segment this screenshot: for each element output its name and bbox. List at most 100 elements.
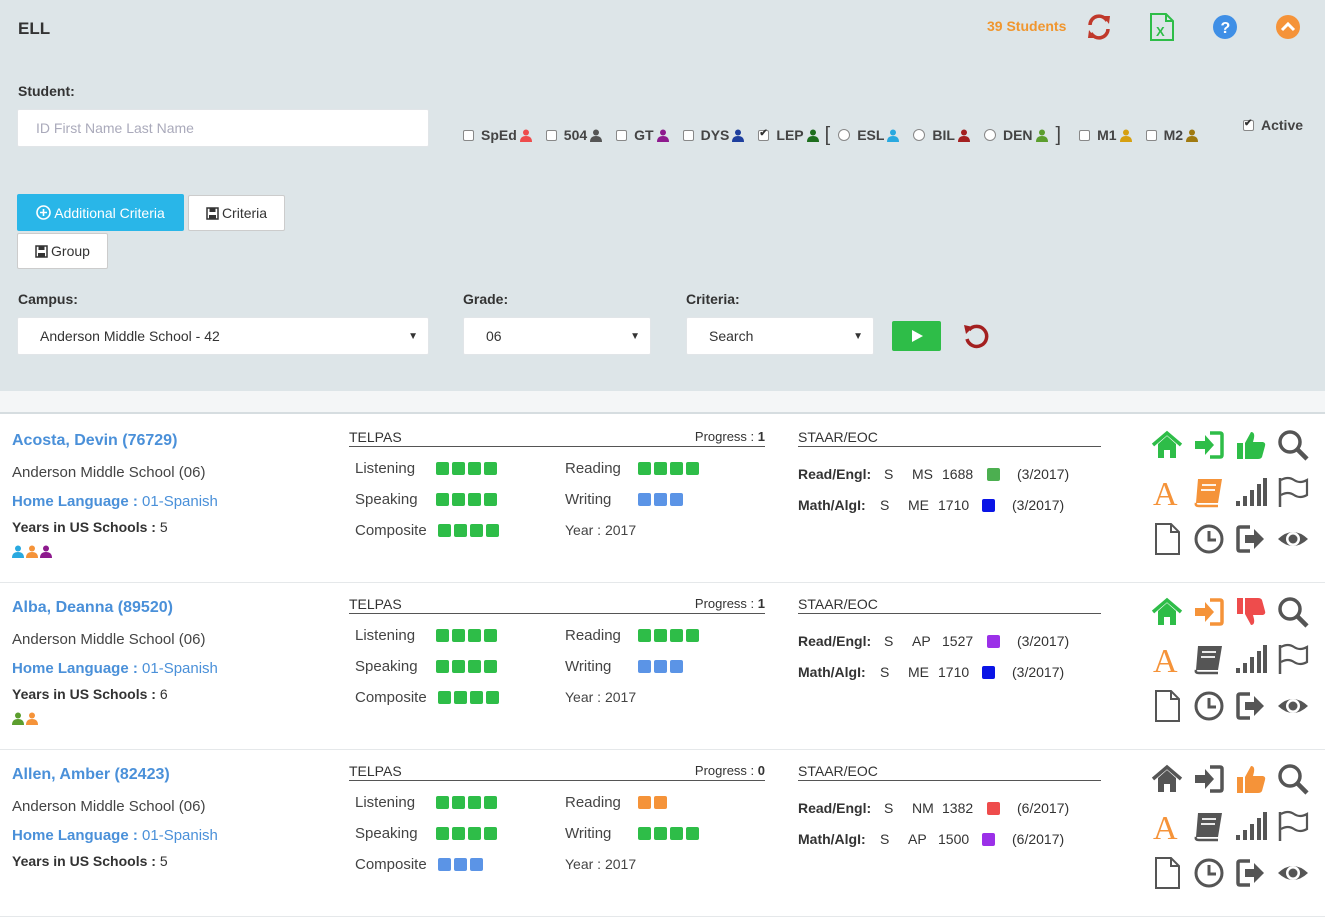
play-icon xyxy=(911,330,923,342)
person-icon xyxy=(732,129,745,142)
clock-icon[interactable] xyxy=(1192,856,1226,890)
writing-label: Writing xyxy=(565,825,612,842)
staar-read-color xyxy=(987,634,1000,648)
book-icon[interactable] xyxy=(1192,642,1226,676)
person-icon xyxy=(957,129,970,142)
flag-m2[interactable]: M2 xyxy=(1145,127,1199,143)
staar-read-row: Read/Engl: S NM 1382 (6/2017) xyxy=(798,800,1070,816)
flag-icon[interactable] xyxy=(1276,642,1310,676)
home-icon[interactable] xyxy=(1150,428,1184,462)
save-group-button[interactable]: Group xyxy=(17,233,108,269)
score-square xyxy=(468,629,481,642)
enter-icon[interactable] xyxy=(1192,595,1226,629)
excel-export-icon[interactable]: X xyxy=(1148,12,1176,42)
eye-icon[interactable] xyxy=(1276,689,1310,723)
home-icon[interactable] xyxy=(1150,762,1184,796)
student-search-input[interactable]: ID First Name Last Name xyxy=(17,109,429,147)
score-square xyxy=(670,462,683,475)
person-icon xyxy=(12,712,24,725)
score-square xyxy=(436,660,449,673)
score-square xyxy=(686,827,699,840)
thumbs-up-icon[interactable] xyxy=(1234,762,1268,796)
score-square xyxy=(670,827,683,840)
flag-sped[interactable]: SpEd xyxy=(463,127,532,143)
criteria-select[interactable]: Search ▼ xyxy=(686,317,874,355)
signal-bars-icon[interactable] xyxy=(1234,642,1268,676)
score-square xyxy=(484,660,497,673)
search-icon[interactable] xyxy=(1276,428,1310,462)
collapse-icon[interactable] xyxy=(1275,14,1301,40)
save-criteria-button[interactable]: Criteria xyxy=(188,195,285,231)
sign-out-icon[interactable] xyxy=(1234,522,1268,556)
signal-bars-icon[interactable] xyxy=(1234,475,1268,509)
score-square xyxy=(686,629,699,642)
flag-icon[interactable] xyxy=(1276,475,1310,509)
letter-a-icon[interactable]: A xyxy=(1150,809,1184,843)
student-campus: Anderson Middle School (06) xyxy=(12,798,206,815)
refresh-icon[interactable] xyxy=(1085,12,1113,42)
home-icon[interactable] xyxy=(1150,595,1184,629)
student-name-link[interactable]: Alba, Deanna (89520) xyxy=(12,599,173,617)
flag-bil[interactable]: BIL xyxy=(913,127,970,143)
document-icon[interactable] xyxy=(1150,689,1184,723)
save-icon xyxy=(206,206,219,220)
document-icon[interactable] xyxy=(1150,522,1184,556)
enter-icon[interactable] xyxy=(1192,762,1226,796)
listening-label: Listening xyxy=(355,460,416,477)
campus-select[interactable]: Anderson Middle School - 42 ▼ xyxy=(17,317,429,355)
sign-out-icon[interactable] xyxy=(1234,689,1268,723)
score-square xyxy=(470,858,483,871)
score-square xyxy=(484,796,497,809)
score-square xyxy=(654,462,667,475)
staar-read-row: Read/Engl: S AP 1527 (3/2017) xyxy=(798,633,1070,649)
telpas-year: Year : 2017 xyxy=(565,522,637,538)
sign-out-icon[interactable] xyxy=(1234,856,1268,890)
flag-esl[interactable]: ESL xyxy=(838,127,900,143)
letter-a-icon[interactable]: A xyxy=(1150,475,1184,509)
flag-lep[interactable]: LEP xyxy=(758,127,819,143)
score-square xyxy=(470,691,483,704)
student-name-link[interactable]: Allen, Amber (82423) xyxy=(12,766,170,784)
program-icons xyxy=(12,545,54,558)
writing-score xyxy=(638,660,686,673)
score-square xyxy=(686,462,699,475)
student-campus: Anderson Middle School (06) xyxy=(12,631,206,648)
flag-504[interactable]: 504 xyxy=(545,127,603,143)
grade-select[interactable]: 06 ▼ xyxy=(463,317,651,355)
score-square xyxy=(484,827,497,840)
book-icon[interactable] xyxy=(1192,475,1226,509)
clock-icon[interactable] xyxy=(1192,689,1226,723)
search-icon[interactable] xyxy=(1276,595,1310,629)
staar-math-row: Math/AlgI: S AP 1500 (6/2017) xyxy=(798,831,1065,847)
thumbs-up-icon[interactable] xyxy=(1234,428,1268,462)
letter-a-icon[interactable]: A xyxy=(1150,642,1184,676)
reading-label: Reading xyxy=(565,460,621,477)
eye-icon[interactable] xyxy=(1276,856,1310,890)
flag-gt[interactable]: GT xyxy=(616,127,669,143)
reset-icon[interactable] xyxy=(962,322,990,350)
enter-icon[interactable] xyxy=(1192,428,1226,462)
score-square xyxy=(638,462,651,475)
eye-icon[interactable] xyxy=(1276,522,1310,556)
telpas-year: Year : 2017 xyxy=(565,689,637,705)
active-checkbox[interactable]: Active xyxy=(1243,117,1303,133)
flag-icon[interactable] xyxy=(1276,809,1310,843)
flag-dys[interactable]: DYS xyxy=(682,127,745,143)
thumbs-down-icon[interactable] xyxy=(1234,595,1268,629)
clock-icon[interactable] xyxy=(1192,522,1226,556)
student-name-link[interactable]: Acosta, Devin (76729) xyxy=(12,432,177,450)
score-square xyxy=(468,796,481,809)
run-button[interactable] xyxy=(892,321,941,351)
help-icon[interactable]: ? xyxy=(1212,14,1238,40)
search-icon[interactable] xyxy=(1276,762,1310,796)
document-icon[interactable] xyxy=(1150,856,1184,890)
flag-den[interactable]: DEN xyxy=(983,127,1048,143)
signal-bars-icon[interactable] xyxy=(1234,809,1268,843)
score-square xyxy=(638,493,651,506)
reading-score xyxy=(638,796,670,809)
score-square xyxy=(436,827,449,840)
flag-m1[interactable]: M1 xyxy=(1079,127,1132,143)
additional-criteria-button[interactable]: Additional Criteria xyxy=(17,194,184,231)
score-square xyxy=(638,629,651,642)
book-icon[interactable] xyxy=(1192,809,1226,843)
